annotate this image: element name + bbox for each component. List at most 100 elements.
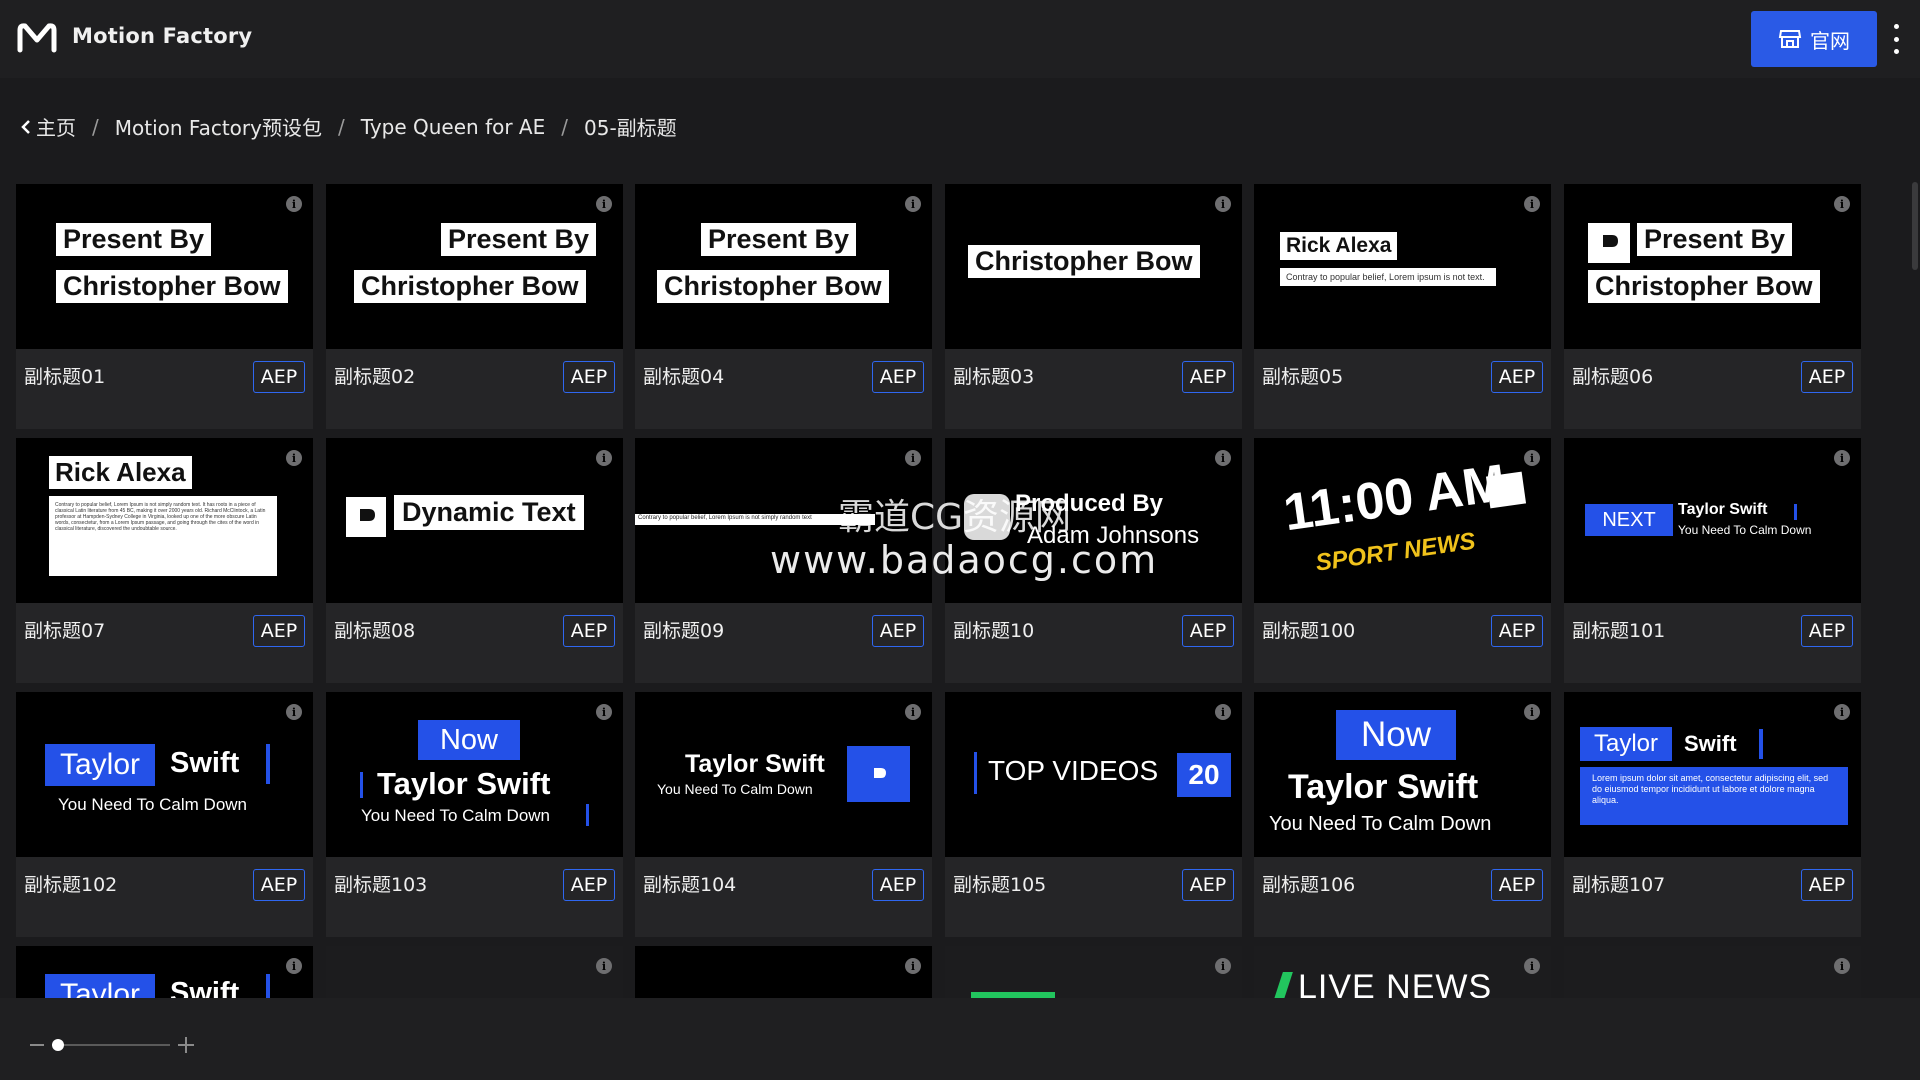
preset-card[interactable]: Produced By Adam Johnsons i 副标题10 AEP <box>945 438 1242 683</box>
preset-card[interactable]: Taylor Swift Lorem ipsum dolor sit amet,… <box>1564 692 1861 937</box>
info-icon[interactable]: i <box>1834 958 1850 974</box>
preset-thumbnail[interactable]: Taylor Swift You Need To Calm Down i <box>16 692 313 857</box>
info-icon[interactable]: i <box>286 958 302 974</box>
aep-badge[interactable]: AEP <box>253 615 305 647</box>
info-icon[interactable]: i <box>905 704 921 720</box>
aep-badge[interactable]: AEP <box>563 361 615 393</box>
info-icon[interactable]: i <box>1215 958 1231 974</box>
aep-badge[interactable]: AEP <box>253 869 305 901</box>
preset-thumbnail[interactable]: Christopher Bow i <box>945 184 1242 349</box>
preset-card[interactable]: i <box>945 946 1242 998</box>
preset-card[interactable]: 11:00 AM SPORT NEWS i 副标题100 AEP <box>1254 438 1551 683</box>
info-icon[interactable]: i <box>596 196 612 212</box>
aep-badge[interactable]: AEP <box>1182 615 1234 647</box>
preset-card[interactable]: i <box>1564 946 1861 998</box>
preset-card[interactable]: Taylor Swift i <box>16 946 313 998</box>
info-icon[interactable]: i <box>286 450 302 466</box>
preset-thumbnail[interactable]: Present By Christopher Bow i <box>16 184 313 349</box>
info-icon[interactable]: i <box>1524 450 1540 466</box>
preset-card[interactable]: NEXT Taylor Swift You Need To Calm Down … <box>1564 438 1861 683</box>
info-icon[interactable]: i <box>286 196 302 212</box>
preset-thumbnail[interactable]: Now Taylor Swift You Need To Calm Down i <box>1254 692 1551 857</box>
info-icon[interactable]: i <box>905 450 921 466</box>
preset-thumbnail[interactable]: Produced By Adam Johnsons i <box>945 438 1242 603</box>
breadcrumb-home[interactable]: 主页 <box>20 112 76 141</box>
info-icon[interactable]: i <box>905 196 921 212</box>
preset-thumbnail[interactable]: Contrary to popular belief, Lorem Ipsum … <box>635 438 932 603</box>
preset-thumbnail[interactable]: i <box>945 946 1242 998</box>
preset-thumbnail[interactable]: i <box>326 946 623 998</box>
info-icon[interactable]: i <box>596 704 612 720</box>
preset-thumbnail[interactable]: Rick Alexa Contray to popular belief, Lo… <box>1254 184 1551 349</box>
info-icon[interactable]: i <box>286 704 302 720</box>
info-icon[interactable]: i <box>905 958 921 974</box>
info-icon[interactable]: i <box>1215 450 1231 466</box>
info-icon[interactable]: i <box>1834 196 1850 212</box>
preset-thumbnail[interactable]: i <box>635 946 932 998</box>
aep-badge[interactable]: AEP <box>872 361 924 393</box>
aep-badge[interactable]: AEP <box>872 869 924 901</box>
preset-thumbnail[interactable]: Present By Christopher Bow i <box>1564 184 1861 349</box>
more-menu-icon[interactable] <box>1888 24 1904 54</box>
preset-thumbnail[interactable]: Now Taylor Swift You Need To Calm Down i <box>326 692 623 857</box>
preset-card[interactable]: Now Taylor Swift You Need To Calm Down i… <box>326 692 623 937</box>
aep-badge[interactable]: AEP <box>1801 869 1853 901</box>
aep-badge[interactable]: AEP <box>1801 361 1853 393</box>
preset-thumbnail[interactable]: Present By Christopher Bow i <box>326 184 623 349</box>
preset-thumbnail[interactable]: LIVE NEWS i <box>1254 946 1551 998</box>
info-icon[interactable]: i <box>596 450 612 466</box>
aep-badge[interactable]: AEP <box>1182 361 1234 393</box>
aep-badge[interactable]: AEP <box>253 361 305 393</box>
preset-thumbnail[interactable]: Dynamic Text i <box>326 438 623 603</box>
preset-card[interactable]: Contrary to popular belief, Lorem Ipsum … <box>635 438 932 683</box>
preset-card[interactable]: TOP VIDEOS 20 i 副标题105 AEP <box>945 692 1242 937</box>
info-icon[interactable]: i <box>1524 704 1540 720</box>
preset-card[interactable]: Christopher Bow i 副标题03 AEP <box>945 184 1242 429</box>
preset-thumbnail[interactable]: TOP VIDEOS 20 i <box>945 692 1242 857</box>
official-site-button[interactable]: 官网 <box>1751 11 1877 67</box>
preset-card[interactable]: Now Taylor Swift You Need To Calm Down i… <box>1254 692 1551 937</box>
preset-card[interactable]: Dynamic Text i 副标题08 AEP <box>326 438 623 683</box>
aep-badge[interactable]: AEP <box>1491 869 1543 901</box>
preset-card[interactable]: Taylor Swift You Need To Calm Down i 副标题… <box>635 692 932 937</box>
info-icon[interactable]: i <box>1834 450 1850 466</box>
preset-thumbnail[interactable]: i <box>1564 946 1861 998</box>
preset-thumbnail[interactable]: Present By Christopher Bow i <box>635 184 932 349</box>
info-icon[interactable]: i <box>1215 704 1231 720</box>
info-icon[interactable]: i <box>596 958 612 974</box>
info-icon[interactable]: i <box>1834 704 1850 720</box>
zoom-in-icon[interactable] <box>178 1037 194 1053</box>
aep-badge[interactable]: AEP <box>1491 615 1543 647</box>
info-icon[interactable]: i <box>1524 958 1540 974</box>
preset-thumbnail[interactable]: Taylor Swift i <box>16 946 313 998</box>
info-icon[interactable]: i <box>1524 196 1540 212</box>
zoom-slider[interactable] <box>52 1044 170 1046</box>
zoom-out-icon[interactable] <box>30 1044 44 1046</box>
aep-badge[interactable]: AEP <box>563 615 615 647</box>
preset-card[interactable]: Present By Christopher Bow i 副标题06 AEP <box>1564 184 1861 429</box>
preset-card[interactable]: Present By Christopher Bow i 副标题01 AEP <box>16 184 313 429</box>
aep-badge[interactable]: AEP <box>1801 615 1853 647</box>
aep-badge[interactable]: AEP <box>1491 361 1543 393</box>
breadcrumb-item-preset[interactable]: Motion Factory预设包 <box>115 112 322 141</box>
preset-card[interactable]: Present By Christopher Bow i 副标题02 AEP <box>326 184 623 429</box>
preset-thumbnail[interactable]: Taylor Swift You Need To Calm Down i <box>635 692 932 857</box>
preset-card[interactable]: i <box>326 946 623 998</box>
preset-thumbnail[interactable]: NEXT Taylor Swift You Need To Calm Down … <box>1564 438 1861 603</box>
aep-badge[interactable]: AEP <box>563 869 615 901</box>
preset-thumbnail[interactable]: Rick Alexa Contrary to popular belief, L… <box>16 438 313 603</box>
breadcrumb-item-type-queen[interactable]: Type Queen for AE <box>361 115 546 139</box>
aep-badge[interactable]: AEP <box>1182 869 1234 901</box>
preset-card[interactable]: Rick Alexa Contray to popular belief, Lo… <box>1254 184 1551 429</box>
info-icon[interactable]: i <box>1215 196 1231 212</box>
zoom-slider-handle[interactable] <box>52 1039 64 1051</box>
scrollbar-thumb[interactable] <box>1912 182 1918 270</box>
preset-card[interactable]: LIVE NEWS i <box>1254 946 1551 998</box>
preset-thumbnail[interactable]: 11:00 AM SPORT NEWS i <box>1254 438 1551 603</box>
preset-card[interactable]: Present By Christopher Bow i 副标题04 AEP <box>635 184 932 429</box>
preset-card[interactable]: i <box>635 946 932 998</box>
preset-card[interactable]: Taylor Swift You Need To Calm Down i 副标题… <box>16 692 313 937</box>
aep-badge[interactable]: AEP <box>872 615 924 647</box>
preset-card[interactable]: Rick Alexa Contrary to popular belief, L… <box>16 438 313 683</box>
preset-thumbnail[interactable]: Taylor Swift Lorem ipsum dolor sit amet,… <box>1564 692 1861 857</box>
